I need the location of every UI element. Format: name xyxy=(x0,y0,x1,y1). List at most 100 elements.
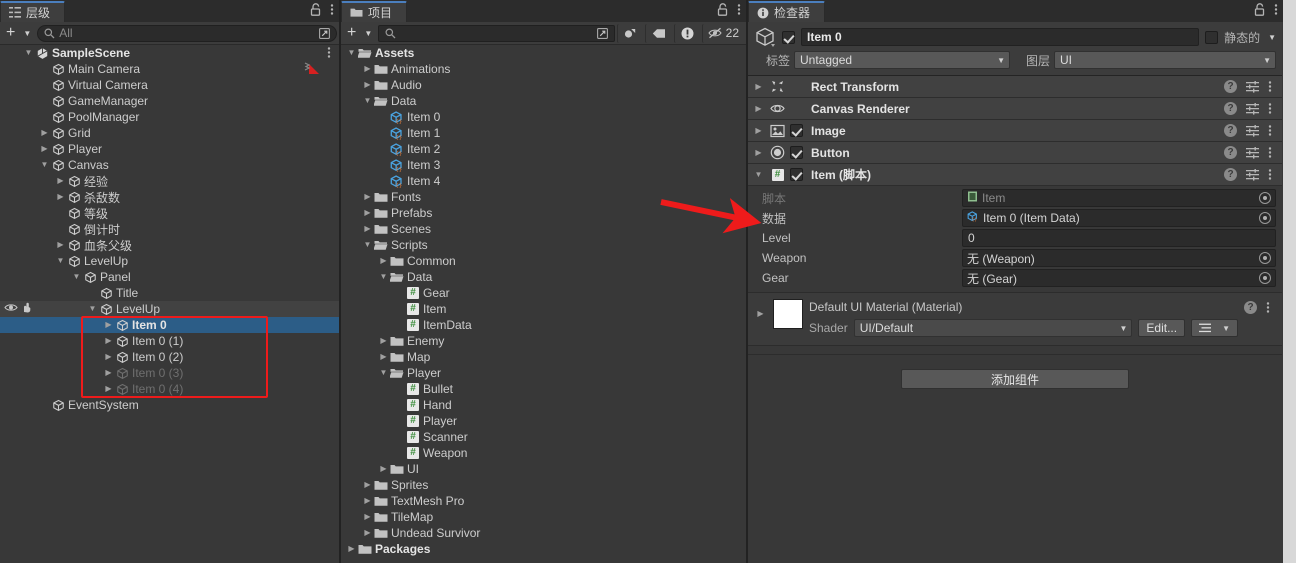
expand-triangle-closed[interactable]: ▶ xyxy=(377,349,390,365)
hierarchy-item-item-0[interactable]: ▶ Item 0 xyxy=(0,317,339,333)
hierarchy-item-panel[interactable]: ▼ Panel xyxy=(0,269,339,285)
hierarchy-search-input[interactable]: All xyxy=(37,24,337,42)
object-picker-icon[interactable] xyxy=(1259,212,1271,224)
project-tree[interactable]: ▼Assets▶Animations▶Audio▼Data▶{}Item 0▶{… xyxy=(341,45,746,563)
preset-settings-icon[interactable] xyxy=(1246,146,1259,159)
expand-triangle-closed[interactable]: ▶ xyxy=(54,237,67,253)
expand-triangle-closed[interactable]: ▶ xyxy=(361,493,374,509)
shader-edit-button[interactable]: Edit... xyxy=(1138,319,1186,337)
filter-by-label-button[interactable] xyxy=(644,23,672,43)
hierarchy-item-gamemanager[interactable]: ▶ GameManager xyxy=(0,93,339,109)
project-item-sprites[interactable]: ▶ Sprites xyxy=(341,477,746,493)
expand-triangle-closed[interactable]: ▶ xyxy=(54,173,67,189)
component-header-item[interactable]: ▼ # Item (脚本)? xyxy=(748,164,1282,186)
hierarchy-item-canvas[interactable]: ▼ Canvas xyxy=(0,157,339,173)
project-item-item-4[interactable]: ▶ {} Item 4 xyxy=(341,173,746,189)
project-item-fonts[interactable]: ▶ Fonts xyxy=(341,189,746,205)
property-number-input[interactable]: 0 xyxy=(962,229,1276,247)
tab-hierarchy[interactable]: 层级 xyxy=(0,1,66,22)
expand-triangle-open[interactable]: ▼ xyxy=(361,237,374,253)
layer-dropdown[interactable]: UI ▼ xyxy=(1054,51,1276,69)
expand-triangle-open[interactable]: ▼ xyxy=(345,45,358,61)
component-enabled-checkbox[interactable] xyxy=(790,168,803,181)
hierarchy-item-levelup[interactable]: ▼ LevelUp xyxy=(0,253,339,269)
property-object-field[interactable]: {} Item 0 (Item Data) xyxy=(962,209,1276,227)
hierarchy-item-player[interactable]: ▶ Player xyxy=(0,141,339,157)
shader-preset-button[interactable]: ▼ xyxy=(1191,319,1238,337)
expand-triangle-open[interactable]: ▼ xyxy=(86,301,99,317)
add-component-button[interactable]: 添加组件 xyxy=(901,369,1129,389)
hand-pick-icon[interactable] xyxy=(21,302,33,313)
project-item-map[interactable]: ▶ Map xyxy=(341,349,746,365)
project-item-gear[interactable]: ▶# Gear xyxy=(341,285,746,301)
project-item-scripts[interactable]: ▼ Scripts xyxy=(341,237,746,253)
object-picker-icon[interactable] xyxy=(1259,252,1271,264)
expand-triangle-closed[interactable]: ▶ xyxy=(102,349,115,365)
kebab-menu-icon[interactable] xyxy=(1268,102,1272,115)
object-name-input[interactable]: Item 0 xyxy=(801,28,1200,46)
static-dropdown-icon[interactable]: ▼ xyxy=(1268,33,1276,42)
static-checkbox[interactable] xyxy=(1205,30,1219,44)
hierarchy-item-[interactable]: ▶ 等级 xyxy=(0,205,339,221)
expand-triangle-closed[interactable]: ▶ xyxy=(361,189,374,205)
hierarchy-item-title[interactable]: ▶ Title xyxy=(0,285,339,301)
project-item-common[interactable]: ▶ Common xyxy=(341,253,746,269)
inspector-vertical-scrollbar[interactable] xyxy=(1283,0,1296,563)
component-expand-triangle[interactable]: ▶ xyxy=(752,123,765,139)
kebab-menu-icon[interactable] xyxy=(1268,168,1272,181)
expand-triangle-closed[interactable]: ▶ xyxy=(361,525,374,541)
component-header-image[interactable]: ▶ Image? xyxy=(748,120,1282,142)
project-item-item-0[interactable]: ▶ {} Item 0 xyxy=(341,109,746,125)
component-expand-triangle[interactable]: ▼ xyxy=(752,167,765,183)
expand-triangle-closed[interactable]: ▶ xyxy=(361,221,374,237)
project-item-scenes[interactable]: ▶ Scenes xyxy=(341,221,746,237)
property-object-field[interactable]: 无 (Weapon) xyxy=(962,249,1276,267)
component-expand-triangle[interactable]: ▶ xyxy=(752,145,765,161)
property-object-field[interactable]: 无 (Gear) xyxy=(962,269,1276,287)
hierarchy-item-item-0-1[interactable]: ▶ Item 0 (1) xyxy=(0,333,339,349)
kebab-menu-icon[interactable] xyxy=(1268,146,1272,159)
help-icon[interactable]: ? xyxy=(1224,168,1237,181)
project-item-undead-survivor[interactable]: ▶ Undead Survivor xyxy=(341,525,746,541)
tag-dropdown[interactable]: Untagged ▼ xyxy=(794,51,1010,69)
project-item-enemy[interactable]: ▶ Enemy xyxy=(341,333,746,349)
preset-settings-icon[interactable] xyxy=(1246,124,1259,137)
help-icon[interactable]: ? xyxy=(1244,301,1257,314)
filter-by-type-button[interactable] xyxy=(616,23,643,43)
hierarchy-item-samplescene[interactable]: ▼ SampleScene xyxy=(0,45,339,61)
hierarchy-item-levelup[interactable]: ▼ LevelUp xyxy=(0,301,339,317)
material-expand-triangle[interactable]: ▶ xyxy=(754,299,767,329)
project-item-itemdata[interactable]: ▶# ItemData xyxy=(341,317,746,333)
expand-triangle-closed[interactable]: ▶ xyxy=(102,381,115,397)
expand-triangle-closed[interactable]: ▶ xyxy=(102,365,115,381)
expand-triangle-open[interactable]: ▼ xyxy=(70,269,83,285)
kebab-menu-icon[interactable] xyxy=(1268,124,1272,137)
project-item-animations[interactable]: ▶ Animations xyxy=(341,61,746,77)
scene-kebab-menu-icon[interactable] xyxy=(327,46,331,62)
expand-triangle-closed[interactable]: ▶ xyxy=(361,509,374,525)
help-icon[interactable]: ? xyxy=(1224,80,1237,93)
hierarchy-tree[interactable]: ▼SampleScene▶Main Camera▶Virtual Camera▶… xyxy=(0,45,339,563)
expand-triangle-closed[interactable]: ▶ xyxy=(377,333,390,349)
project-item-player[interactable]: ▶# Player xyxy=(341,413,746,429)
preset-settings-icon[interactable] xyxy=(1246,80,1259,93)
expand-triangle-closed[interactable]: ▶ xyxy=(38,125,51,141)
expand-triangle-closed[interactable]: ▶ xyxy=(38,141,51,157)
project-item-tilemap[interactable]: ▶ TileMap xyxy=(341,509,746,525)
hierarchy-item-[interactable]: ▶ 经验 xyxy=(0,173,339,189)
project-item-item-2[interactable]: ▶ {} Item 2 xyxy=(341,141,746,157)
project-item-item[interactable]: ▶# Item xyxy=(341,301,746,317)
hierarchy-add-button[interactable]: + ▼ xyxy=(2,24,35,43)
project-search-input[interactable] xyxy=(378,24,615,42)
project-item-packages[interactable]: ▶ Packages xyxy=(341,541,746,557)
component-enabled-checkbox[interactable] xyxy=(790,124,803,137)
hidden-assets-button[interactable]: 22 xyxy=(701,23,744,43)
expand-triangle-open[interactable]: ▼ xyxy=(54,253,67,269)
kebab-menu-icon[interactable] xyxy=(1274,3,1278,16)
project-item-data[interactable]: ▼ Data xyxy=(341,269,746,285)
expand-triangle-closed[interactable]: ▶ xyxy=(361,477,374,493)
expand-triangle-closed[interactable]: ▶ xyxy=(361,61,374,77)
project-item-assets[interactable]: ▼ Assets xyxy=(341,45,746,61)
search-expand-icon[interactable] xyxy=(319,27,330,39)
help-icon[interactable]: ? xyxy=(1224,102,1237,115)
